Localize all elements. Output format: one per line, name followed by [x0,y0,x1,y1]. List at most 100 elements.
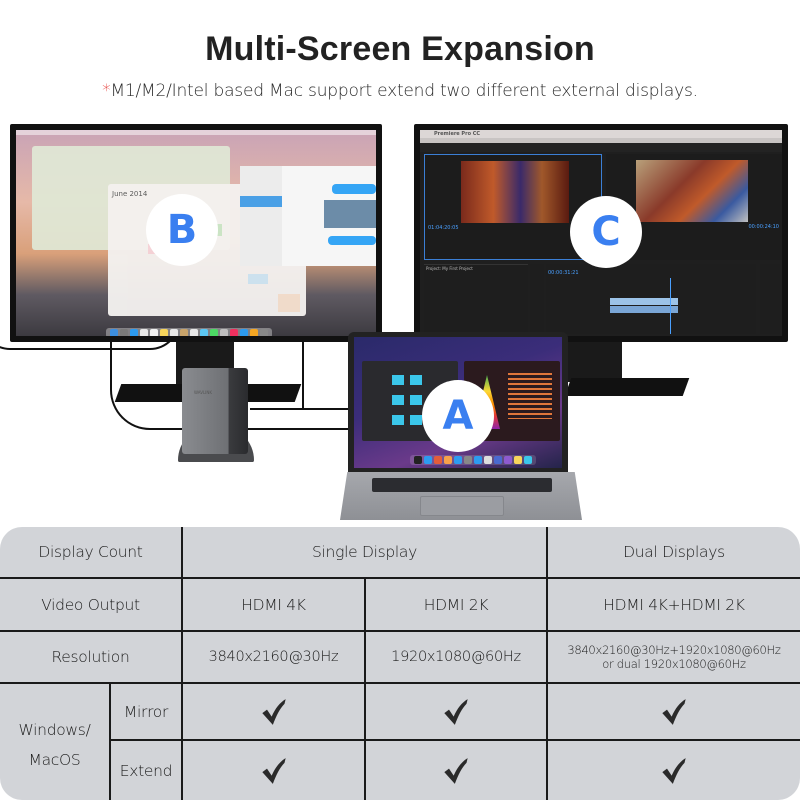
messages-sidebar [240,166,282,266]
note-text: M1/M2/Intel based Mac support extend two… [110,81,698,101]
laptop-trackpad [420,496,504,516]
calendar-title: June 2014 [112,190,148,198]
dock-app-icon [130,329,138,336]
sequence-timecode: 00:00:31:21 [548,270,579,276]
dock-app-icon [464,456,472,464]
source-video-frame [461,161,569,223]
dock-app-icon [190,329,198,336]
video-output-single-2k: HDMI 2K [423,595,489,614]
tools-panel [530,264,544,334]
cable-monitor-b [302,340,304,410]
project-panel: Project: My First Project [424,264,528,334]
dock-app-icon [210,329,218,336]
folder-icon [392,395,404,405]
folder-icon [392,375,404,385]
checkmark-icon [261,698,286,725]
program-timecode: 00:00:24:10 [748,224,779,230]
macos-menubar [16,130,376,135]
compatibility-note: *M1/M2/Intel based Mac support extend tw… [0,81,800,101]
premiere-menubar: Premiere Pro CC [420,130,782,138]
row-label-display-count: Display Count [38,543,143,561]
dock-app-icon [454,456,462,464]
dock-app-icon [120,329,128,336]
mirror-single-2k-cell [366,684,546,739]
checkmark-icon [662,757,686,784]
badge-b: B [146,194,218,266]
premiere-app-name: Premiere Pro CC [434,131,481,137]
os-label-line2: MacOS [28,751,81,769]
resolution-single-2k: 1920x1080@60Hz [391,649,521,665]
dock-app-icon [220,329,228,336]
checkmark-icon [261,757,286,784]
extend-single-4k-cell [183,741,364,800]
mirror-single-4k-cell [183,684,364,739]
hub-brand: WAVLINK [194,390,212,395]
row-label-resolution: Resolution [51,648,130,666]
extend-single-2k-cell [366,741,546,800]
header-single-display: Single Display [312,543,417,561]
folder-icon [392,415,404,425]
dock-app-icon [160,329,168,336]
message-photo [324,200,376,228]
laptop: A [348,332,568,472]
dock-app-icon [494,456,502,464]
folder-icon [410,415,422,425]
dock-app-icon [524,456,532,464]
row-label-os: Windows/ MacOS [0,684,109,800]
monitor-c-neck [566,342,622,382]
dock-app-icon [474,456,482,464]
dock-app-icon [484,456,492,464]
dock-app-icon [260,329,268,336]
dock-app-icon [200,329,208,336]
dock-app-icon [414,456,422,464]
monitor-b: June 2014 B [10,124,382,342]
checkmark-icon [662,698,686,725]
dock-app-icon [180,329,188,336]
dock-app-icon [170,329,178,336]
messages-window [240,166,376,266]
product-scene: June 2014 B Premiere Pro CC 01:04:20:05 … [0,120,800,525]
laptop-keyboard [372,478,552,492]
resolution-single-4k: 3840x2160@30Hz [208,649,339,665]
docking-station: WAVLINK [182,368,248,454]
mode-label-mirror: Mirror [123,702,169,721]
extend-dual-cell [548,741,800,800]
resolution-dual-line1: 3840x2160@30Hz+1920x1080@60Hz [567,643,781,657]
calendar-event [248,274,268,284]
os-label-line1: Windows/ [18,721,91,739]
dock-app-icon [250,329,258,336]
resolution-dual-line2: or dual 1920x1080@60Hz [602,657,746,671]
laptop-dock [410,455,536,465]
mode-label-extend: Extend [119,761,173,780]
calendar-event [278,294,300,312]
cable-hub-right [250,408,350,410]
resolution-dual: 3840x2160@30Hz+1920x1080@60Hz or dual 19… [548,632,800,682]
row-label-video-output: Video Output [41,595,140,614]
timeline-panel: 00:00:31:21 [546,264,756,334]
audio-meter [760,264,780,334]
project-panel-title: Project: My First Project [426,266,473,271]
message-bubble [332,184,376,194]
monitor-c: Premiere Pro CC 01:04:20:05 00:00:24:10 … [414,124,788,342]
page-title: Multi-Screen Expansion [205,30,595,68]
badge-c: C [570,196,642,268]
playhead [670,278,671,334]
monitor-c-foot [564,378,690,396]
program-video-frame [636,160,748,222]
folder-icon [410,375,422,385]
video-output-dual: HDMI 4K+HDMI 2K [603,595,745,614]
dock-app-icon [434,456,442,464]
dock-app-icon [150,329,158,336]
video-output-single-4k: HDMI 4K [241,595,306,614]
header-dual-displays: Dual Displays [623,543,725,561]
workspace-bar [420,143,782,152]
dock-app-icon [444,456,452,464]
source-timecode: 01:04:20:05 [428,225,459,231]
spec-table: Display Count Single Display Dual Displa… [0,527,800,800]
dock-app-icon [240,329,248,336]
messages-selected-thread [240,196,282,207]
dock-app-icon [140,329,148,336]
dock-app-icon [504,456,512,464]
mirror-dual-cell [548,684,800,739]
dock-app-icon [110,329,118,336]
